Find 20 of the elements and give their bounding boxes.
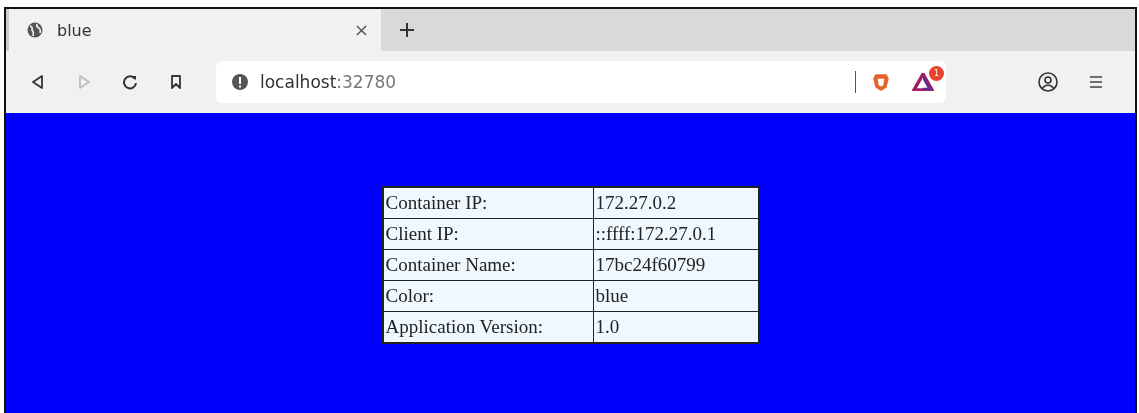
- url-text: localhost:32780: [260, 72, 398, 92]
- close-icon[interactable]: [356, 24, 367, 36]
- triangle-icon[interactable]: [912, 73, 934, 91]
- tab-title: blue: [57, 20, 93, 40]
- menu-icon[interactable]: [1088, 74, 1104, 90]
- globe-icon: [27, 22, 43, 38]
- table-cell: Application Version:: [382, 311, 593, 343]
- table-cell: Container Name:: [382, 249, 593, 281]
- browser-tab[interactable]: blue: [6, 9, 381, 51]
- table-cell: Color:: [382, 280, 593, 312]
- table-cell: Container IP:: [382, 187, 593, 219]
- bookmark-icon[interactable]: [168, 74, 184, 90]
- plus-icon[interactable]: [399, 22, 415, 38]
- profile-icon[interactable]: [1038, 72, 1058, 92]
- notification-badge: 1: [929, 66, 944, 81]
- reload-icon[interactable]: [122, 74, 138, 90]
- back-icon[interactable]: [30, 74, 46, 90]
- address-bar[interactable]: localhost:32780 1: [216, 61, 946, 103]
- warning-icon: [232, 74, 248, 90]
- table-cell: Client IP:: [382, 218, 593, 250]
